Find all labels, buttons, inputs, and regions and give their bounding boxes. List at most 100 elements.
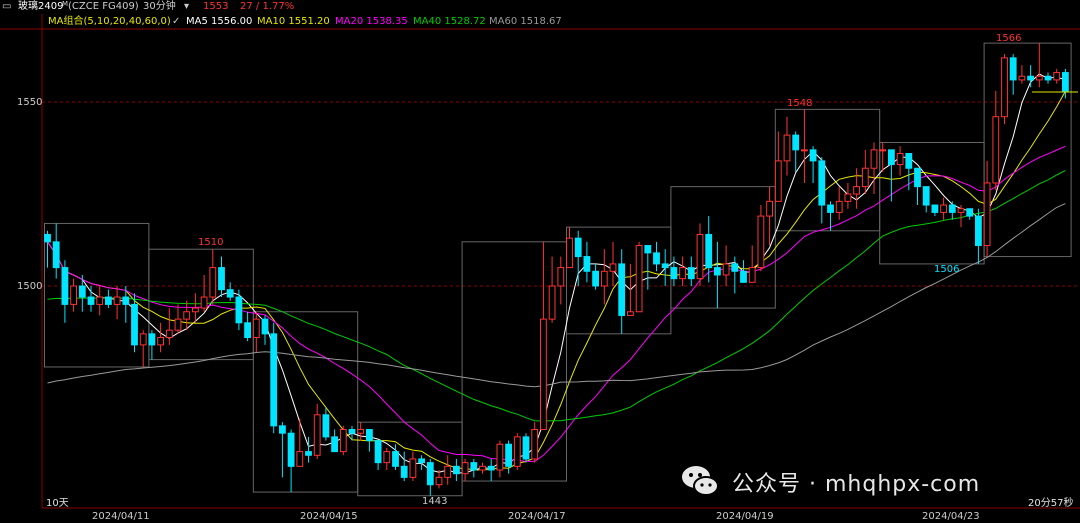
candle-body — [461, 462, 469, 475]
candle — [426, 458, 434, 496]
candle — [774, 131, 782, 202]
candle-body — [583, 256, 591, 272]
candle-body — [235, 296, 243, 324]
candle — [531, 422, 539, 463]
candle — [52, 223, 60, 279]
candle — [592, 263, 600, 290]
candle — [139, 330, 147, 367]
candle-body — [252, 318, 260, 339]
candle — [661, 249, 669, 286]
candle — [975, 208, 982, 264]
candle-body — [540, 318, 547, 431]
candlestick-chart[interactable]: 1550 1500 2024/04/11 2024/04/15 2024/04/… — [0, 0, 1080, 523]
candle — [548, 256, 556, 323]
y-tick-label-1500: 1500 — [17, 281, 42, 292]
ma-group-selector[interactable]: MA组合(5,10,20,40,60,0) — [48, 15, 171, 29]
candle-body — [148, 333, 156, 346]
candle-body — [879, 149, 887, 152]
candle — [209, 249, 217, 305]
candle — [992, 90, 1000, 191]
watermark-text: 公众号 · mhqhpx-com — [732, 472, 981, 497]
candle-body — [696, 233, 704, 280]
candle-body — [426, 462, 434, 486]
candle — [966, 208, 974, 220]
period-dropdown-icon[interactable]: ▾ — [184, 0, 189, 14]
candle-body — [218, 267, 225, 291]
candle — [740, 260, 747, 283]
candle — [1018, 65, 1026, 84]
annotation-low-1506: 1506 — [934, 264, 959, 275]
candle-body — [383, 451, 391, 464]
candle — [931, 204, 939, 217]
symbol-header: ▭ 玻璃2409 M (CZCE FG409) 30分钟 ▾ 1553 27 /… — [0, 0, 1080, 14]
candle — [522, 433, 530, 463]
candle-body — [653, 252, 660, 265]
candle — [200, 274, 208, 312]
candle-body — [609, 263, 617, 272]
candle — [627, 263, 634, 316]
candle-body — [261, 318, 269, 335]
candle-body — [226, 289, 234, 298]
candle — [1001, 54, 1008, 125]
candle-body — [331, 436, 339, 453]
candle — [853, 168, 861, 209]
candle — [844, 182, 852, 209]
candle — [870, 142, 878, 194]
candle-body — [687, 267, 695, 280]
candle — [183, 300, 191, 331]
x-tick-label: 2024/04/15 — [300, 511, 358, 522]
candle — [618, 249, 626, 334]
annotation-low-1443: 1443 — [422, 496, 447, 507]
candle — [731, 256, 739, 294]
candle-body — [774, 160, 782, 202]
candle — [1053, 68, 1061, 84]
candle — [331, 429, 339, 453]
candle-body — [313, 414, 321, 456]
candle-body — [122, 296, 130, 305]
candle-body — [975, 215, 982, 247]
candle-body — [374, 440, 382, 464]
candle-body — [792, 134, 800, 151]
candle — [339, 425, 347, 456]
x-tick-label: 2024/04/17 — [508, 511, 566, 522]
candle-body — [844, 193, 852, 202]
candle — [479, 462, 486, 474]
candle-body — [957, 208, 965, 213]
candle-body — [966, 208, 974, 217]
candle — [165, 308, 173, 345]
candle-body — [296, 451, 304, 467]
day-range-box — [252, 311, 359, 493]
candle — [748, 245, 756, 283]
candle-body — [714, 267, 721, 276]
candle — [96, 286, 104, 316]
last-price: 1553 — [203, 1, 229, 12]
candle — [679, 256, 687, 286]
candle — [835, 186, 843, 220]
candle-body — [131, 303, 138, 346]
candle — [505, 440, 513, 474]
candle-body — [818, 160, 826, 206]
ma40-value: MA40 1528.72 — [413, 16, 486, 27]
candle-body — [409, 458, 417, 478]
candle-body — [183, 311, 191, 320]
candle — [574, 230, 582, 286]
window-switch-icon[interactable]: ▭ — [2, 0, 11, 14]
candle — [400, 451, 408, 482]
candle-body — [470, 462, 478, 471]
ma-group-dropdown-icon[interactable]: ✓ — [172, 15, 180, 29]
candle-body — [574, 237, 582, 258]
period-selector[interactable]: 30分钟 — [143, 0, 176, 14]
candle — [409, 451, 417, 482]
footer-range-label: 10天 — [46, 498, 69, 509]
annotation-high-1548: 1548 — [787, 98, 812, 109]
candle — [113, 286, 121, 320]
candle — [792, 131, 800, 172]
symbol-name[interactable]: 玻璃2409 — [18, 0, 63, 14]
candle — [757, 205, 765, 272]
candle — [270, 322, 278, 434]
candles — [44, 43, 1069, 496]
candle-body — [940, 204, 948, 213]
candle — [600, 249, 608, 305]
candle — [540, 241, 547, 431]
candle-body — [305, 451, 312, 456]
